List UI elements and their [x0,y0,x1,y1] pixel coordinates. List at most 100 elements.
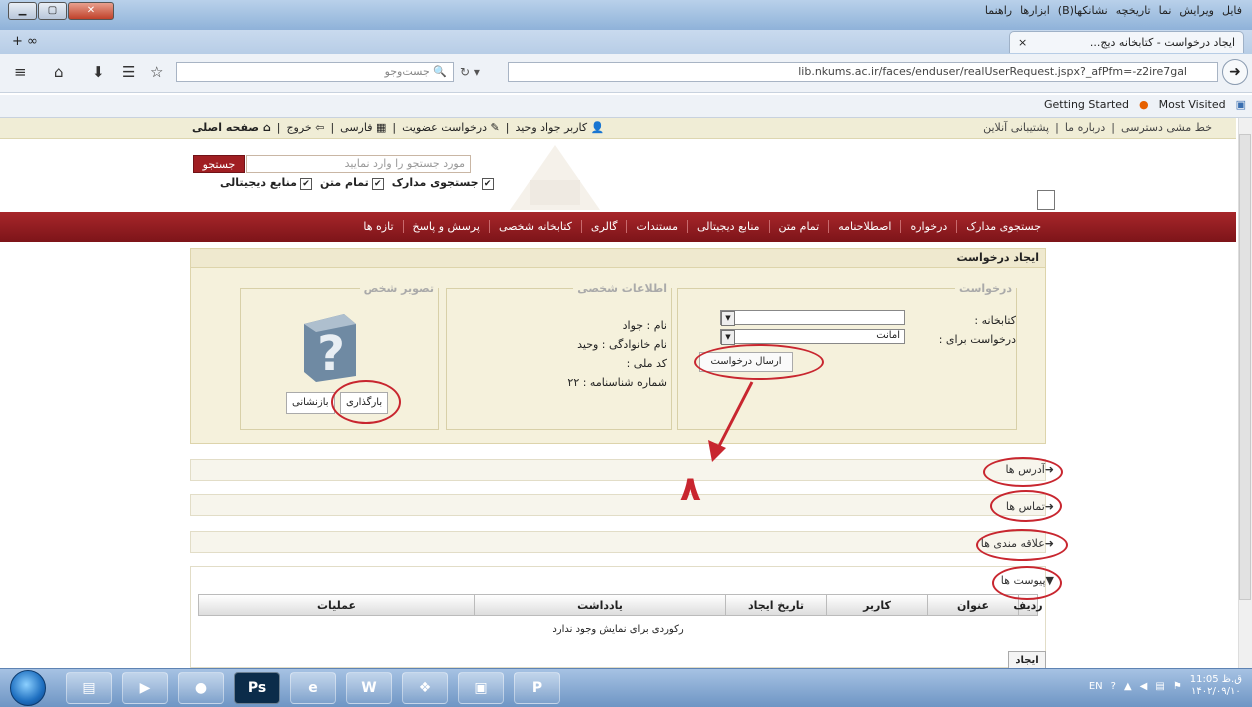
menu-file[interactable]: فایل [1222,4,1242,17]
user-links: 👤 کاربر جواد وحید | ✎ درخواست عضویت | ▦ … [192,121,605,134]
menu-hamburger-icon[interactable]: ≡ [14,63,27,81]
menu-history[interactable]: تاریخچه [1116,4,1151,17]
print-icon[interactable] [1037,190,1055,210]
show-hidden-icons-icon[interactable]: ▲ [1124,681,1132,692]
help-icon[interactable]: ? [1111,681,1116,692]
interests-section[interactable] [190,531,1046,553]
firefox-icon: ● [1139,98,1149,111]
tab-active[interactable]: ایجاد درخواست - کتابخانه دیج... × [1009,31,1244,53]
nav-thesaurus[interactable]: اصطلاحنامه [828,220,900,233]
about-us-link[interactable]: درباره ما [1065,121,1105,134]
network-icon[interactable]: ▤ [1155,681,1164,692]
user-name-link[interactable]: 👤 کاربر جواد وحید [515,121,604,134]
reload-icon[interactable]: ↻ ▾ [460,62,500,82]
bookmark-most-visited[interactable]: Most Visited [1159,98,1226,111]
col-created-date[interactable]: تاریخ ایجاد [725,595,826,615]
sidebar-icon[interactable]: ▣ [1236,98,1246,111]
site-search-button[interactable]: جستجو [193,155,245,173]
membership-request-link[interactable]: ✎ درخواست عضویت [402,121,500,134]
download-icon[interactable]: ⬇ [92,63,105,81]
nav-darkhareh[interactable]: درخواره [900,220,956,233]
access-policy-link[interactable]: خط مشی دسترسی [1121,121,1212,134]
reset-button[interactable]: بازنشانی [286,392,335,414]
powerpoint-taskbar-icon[interactable]: P [514,672,560,704]
checkbox-documents[interactable]: ✔جستجوی مدارک [392,176,494,190]
nav-documents-search[interactable]: جستجوی مدارک [956,220,1050,233]
tab-close-icon[interactable]: × [1018,36,1027,49]
bookmark-getting-started[interactable]: Getting Started [1044,98,1129,111]
check-icon: ✔ [481,178,494,190]
home-icon[interactable]: ⌂ [54,63,64,81]
nav-qa[interactable]: پرسش و پاسخ [402,220,489,233]
nav-personal-library[interactable]: کتابخانه شخصی [488,220,581,233]
language-link[interactable]: ▦ فارسی [340,121,386,134]
col-user[interactable]: کاربر [826,595,927,615]
start-button[interactable] [10,670,46,706]
logout-link[interactable]: ⇦ خروج [286,121,324,134]
nav-news[interactable]: تازه ها [354,220,402,233]
empty-table-message: رکوردی برای نمایش وجود ندارد [552,624,684,635]
checkbox-digital[interactable]: ✔منابع دیجیتالی [220,176,312,190]
clock[interactable]: ق.ظ 11:05 ۱۴۰۲/۰۹/۱۰ [1190,674,1242,698]
online-support-link[interactable]: پشتیبانی آنلاین [983,121,1049,134]
maximize-button[interactable]: ▢ [38,2,67,20]
image-viewer-taskbar-icon[interactable]: ▣ [458,672,504,704]
checkbox-fulltext[interactable]: ✔تمام متن [320,176,384,190]
scrollbar-thumb[interactable] [1239,134,1251,600]
forward-arrow-icon[interactable]: ➜ [1222,59,1248,85]
menu-tools[interactable]: ابزارها [1020,4,1050,17]
action-center-icon[interactable]: ⚑ [1173,681,1182,692]
col-note[interactable]: یادداشت [474,595,725,615]
url-bar[interactable]: lib.nkums.ac.ir/faces/enduser/realUserRe… [508,62,1218,82]
request-legend: درخواست [958,282,1012,295]
firefox-taskbar-icon[interactable]: ● [178,672,224,704]
menu-bookmarks[interactable]: نشانکها(B) [1058,4,1108,17]
question-mark-icon: ? [304,314,356,382]
chevron-down-icon[interactable]: ▼ [721,311,735,326]
internet-explorer-taskbar-icon[interactable]: e [290,672,336,704]
menu-help[interactable]: راهنما [985,4,1012,17]
explorer-taskbar-icon[interactable]: ▤ [66,672,112,704]
library-select[interactable] [720,310,905,325]
attachments-section [190,566,1046,668]
menu-edit[interactable]: ویرایش [1179,4,1214,17]
nav-fulltext[interactable]: تمام متن [768,220,829,233]
nav-digital-resources[interactable]: منابع دیجیتالی [687,220,769,233]
request-for-select[interactable]: امانت [720,329,905,344]
annotation-circle-interests [976,529,1068,561]
language-indicator[interactable]: EN [1089,681,1103,692]
personal-info-legend: اطلاعات شخصی [577,282,667,295]
photoshop-taskbar-icon[interactable]: Ps [234,672,280,704]
media-player-taskbar-icon[interactable]: ▶ [122,672,168,704]
browser-search-input[interactable]: 🔍 جست‌وجو [176,62,454,82]
nav-gallery[interactable]: گالری [580,220,627,233]
site-search-input[interactable]: مورد جستجو را وارد نمایید [246,155,471,173]
attachments-table-header: ردیف عنوان کاربر تاریخ ایجاد یادداشت عمل… [198,594,1043,616]
home-page-link[interactable]: ⌂ صفحه اصلی [192,121,271,134]
col-title[interactable]: عنوان [927,595,1018,615]
library-app-taskbar-icon[interactable]: ❖ [402,672,448,704]
search-icon: 🔍 [433,65,447,78]
minimize-button[interactable]: ▁ [8,2,37,20]
national-code: کد ملی : [626,357,667,370]
main-nav-items: جستجوی مدارک درخواره اصطلاحنامه تمام متن… [354,220,1050,233]
annotation-circle-upload [331,380,401,424]
last-name: نام خانوادگی : وحید [577,338,667,351]
photo-legend: تصویر شخص [363,282,434,295]
annotation-circle-attachments [992,566,1062,600]
chevron-down-icon[interactable]: ▼ [721,330,735,345]
close-window-button[interactable]: ✕ [68,2,114,20]
library-label: کتابخانه : [974,314,1016,327]
reading-list-icon[interactable]: ☰ [122,63,135,81]
nav-authorities[interactable]: مستندات [626,220,687,233]
annotation-number: ۸ [680,469,701,509]
col-actions[interactable]: عملیات [199,595,474,615]
menu-view[interactable]: نما [1159,4,1172,17]
bookmark-star-icon[interactable]: ☆ [150,63,163,81]
contacts-section[interactable] [190,494,1046,516]
new-tab-button[interactable]: + ∞ [12,34,38,49]
addresses-section[interactable] [190,459,1046,481]
volume-icon[interactable]: ◀ [1140,681,1148,692]
word-taskbar-icon[interactable]: W [346,672,392,704]
panel-title: ایجاد درخواست [190,248,1046,268]
